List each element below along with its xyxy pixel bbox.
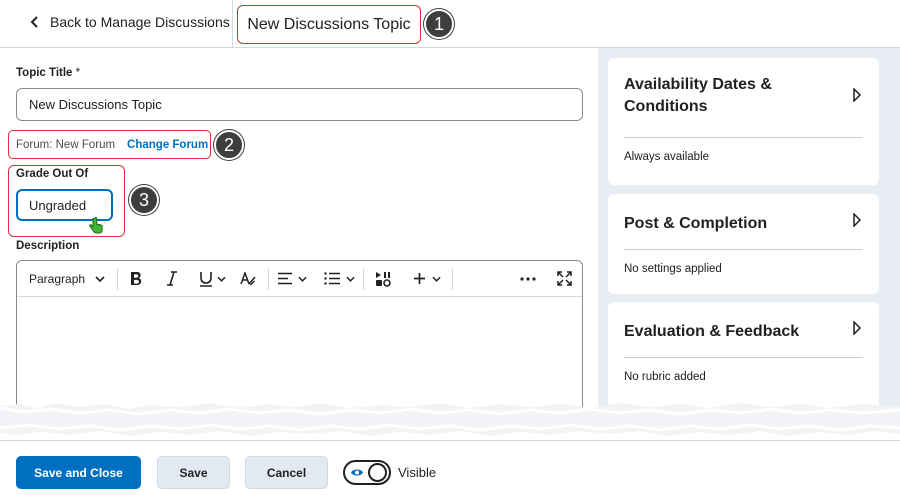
save-button[interactable]: Save bbox=[157, 456, 230, 489]
topic-title-label: Topic Title * bbox=[16, 67, 80, 79]
list-icon bbox=[323, 272, 340, 285]
list-dropdown[interactable] bbox=[315, 261, 363, 297]
torn-edge-divider bbox=[0, 403, 900, 436]
availability-card-title: Availability Dates & Conditions bbox=[624, 74, 772, 118]
callout-badge-2: 2 bbox=[214, 130, 244, 160]
caret-right-icon bbox=[853, 321, 862, 335]
hand-pointer-icon bbox=[89, 217, 103, 234]
forum-selector: Forum: New Forum Change Forum bbox=[8, 130, 211, 159]
header-divider bbox=[232, 0, 233, 48]
change-forum-link[interactable]: Change Forum bbox=[127, 139, 208, 151]
post-completion-card[interactable]: Post & Completion No settings applied bbox=[608, 194, 879, 294]
card-divider bbox=[624, 249, 863, 250]
caret-right-icon bbox=[853, 88, 862, 102]
chevron-down-icon bbox=[432, 276, 441, 282]
chevron-down-icon bbox=[216, 276, 226, 282]
chevron-down-icon bbox=[298, 276, 307, 282]
plus-icon bbox=[414, 273, 425, 284]
visibility-toggle[interactable] bbox=[343, 460, 391, 485]
toolbar-separator bbox=[452, 267, 453, 290]
more-icon bbox=[520, 276, 536, 281]
caret-right-icon bbox=[853, 213, 862, 227]
chevron-down-icon bbox=[95, 275, 105, 282]
chevron-down-icon bbox=[345, 276, 355, 282]
text-format-icon bbox=[240, 271, 256, 286]
text-format-button[interactable] bbox=[234, 261, 262, 297]
cancel-button[interactable]: Cancel bbox=[245, 456, 328, 489]
page-title: New Discussions Topic bbox=[237, 5, 421, 44]
media-icon bbox=[376, 271, 391, 287]
fullscreen-button[interactable] bbox=[546, 261, 582, 297]
required-mark: * bbox=[75, 67, 81, 79]
insert-media-button[interactable] bbox=[364, 261, 402, 297]
card-divider bbox=[624, 137, 863, 138]
availability-title-line2: Conditions bbox=[624, 98, 708, 115]
topic-title-input[interactable]: New Discussions Topic bbox=[16, 88, 583, 121]
toggle-knob bbox=[368, 463, 387, 482]
post-completion-card-title: Post & Completion bbox=[624, 215, 768, 232]
evaluation-feedback-card-title: Evaluation & Feedback bbox=[624, 323, 800, 340]
card-divider bbox=[624, 357, 863, 358]
availability-title-line1: Availability Dates & bbox=[624, 76, 772, 93]
back-link-label: Back to Manage Discussions bbox=[50, 14, 230, 30]
evaluation-feedback-card[interactable]: Evaluation & Feedback No rubric added bbox=[608, 302, 879, 412]
insert-dropdown[interactable] bbox=[402, 261, 452, 297]
align-dropdown[interactable] bbox=[269, 261, 315, 297]
grade-out-of-label: Grade Out Of bbox=[16, 168, 89, 180]
visibility-label: Visible bbox=[398, 465, 437, 480]
callout-badge-1: 1 bbox=[424, 9, 454, 39]
callout-badge-3: 3 bbox=[129, 185, 159, 215]
settings-sidebar: Availability Dates & Conditions Always a… bbox=[598, 48, 900, 428]
bold-button[interactable] bbox=[118, 261, 154, 297]
availability-card[interactable]: Availability Dates & Conditions Always a… bbox=[608, 58, 879, 185]
topic-title-label-text: Topic Title bbox=[16, 67, 73, 79]
paragraph-style-label: Paragraph bbox=[29, 271, 86, 286]
description-editor[interactable]: Paragraph bbox=[16, 260, 583, 420]
evaluation-feedback-card-subtitle: No rubric added bbox=[624, 371, 706, 383]
italic-icon bbox=[167, 270, 177, 286]
back-to-manage-discussions-link[interactable]: Back to Manage Discussions bbox=[30, 14, 230, 30]
italic-button[interactable] bbox=[154, 261, 190, 297]
eye-icon bbox=[351, 469, 363, 476]
chevron-left-icon bbox=[30, 16, 38, 28]
description-label: Description bbox=[16, 240, 80, 252]
bold-icon bbox=[131, 271, 142, 285]
paragraph-style-dropdown[interactable]: Paragraph bbox=[17, 261, 117, 297]
more-options-button[interactable] bbox=[510, 261, 546, 297]
post-completion-card-subtitle: No settings applied bbox=[624, 263, 722, 275]
fullscreen-icon bbox=[556, 271, 572, 286]
availability-card-subtitle: Always available bbox=[624, 151, 710, 163]
underline-button[interactable] bbox=[190, 261, 234, 297]
editor-toolbar: Paragraph bbox=[17, 261, 582, 297]
action-footer: Save and Close Save Cancel Visible bbox=[0, 440, 900, 495]
align-icon bbox=[278, 272, 292, 285]
top-bar: Back to Manage Discussions New Discussio… bbox=[0, 0, 900, 48]
save-and-close-button[interactable]: Save and Close bbox=[16, 456, 141, 489]
forum-label: Forum: New Forum bbox=[16, 138, 116, 151]
underline-icon bbox=[199, 271, 212, 287]
